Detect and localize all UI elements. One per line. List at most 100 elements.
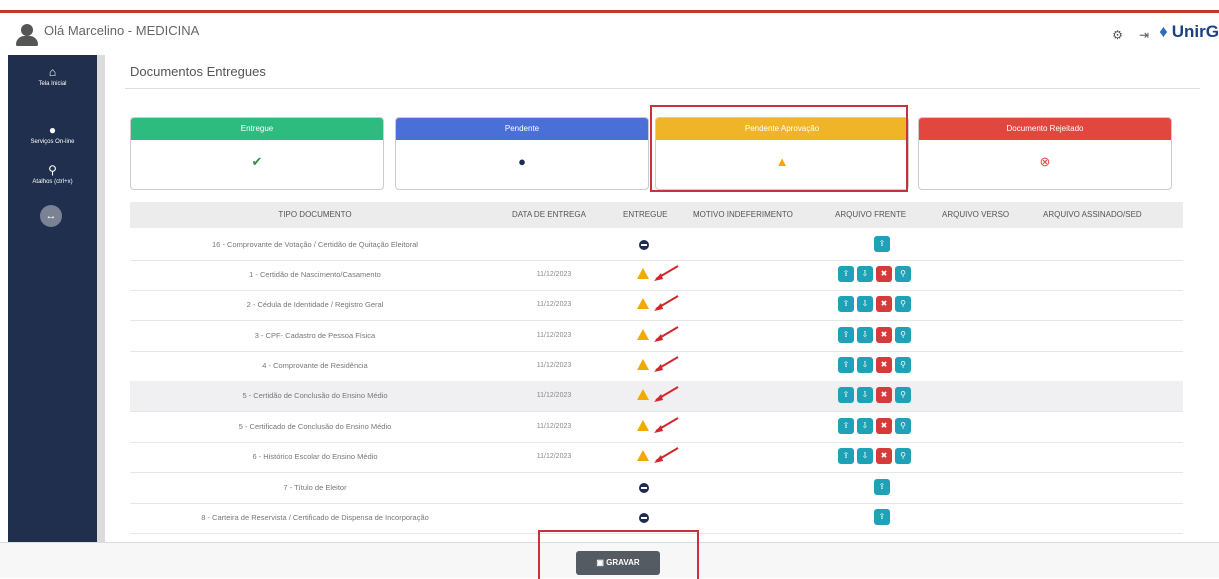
sidebar-scrollbar[interactable] xyxy=(97,55,105,542)
delete-button[interactable]: ✖ xyxy=(876,327,892,343)
status-cell xyxy=(635,230,655,260)
col-arquivo-frente: ARQUIVO FRENTE xyxy=(835,210,907,219)
view-button[interactable]: ⚲ xyxy=(895,448,911,464)
delivery-date: 11/12/2023 xyxy=(536,423,572,430)
delivery-date: 11/12/2023 xyxy=(536,362,572,369)
document-type: 5 - Certificado de Conclusão do Ensino M… xyxy=(238,422,392,431)
view-button[interactable]: ⚲ xyxy=(895,418,911,434)
file-actions: ⇪ xyxy=(874,479,890,495)
sidebar-item-shortcuts[interactable]: ⚲ Atalhos (ctrl+x) xyxy=(8,163,97,185)
col-arquivo-verso: ARQUIVO VERSO xyxy=(942,210,1010,219)
file-actions: ⇪ ⇩ ✖ ⚲ xyxy=(838,266,911,282)
pending-icon xyxy=(639,240,649,250)
delivery-date: 11/12/2023 xyxy=(536,453,572,460)
shortcut-icon: ⚲ xyxy=(48,163,57,177)
file-actions: ⇪ ⇩ ✖ ⚲ xyxy=(838,387,911,403)
sidebar-item-online-services[interactable]: ● Serviços On-line xyxy=(8,123,97,145)
file-actions: ⇪ ⇩ ✖ ⚲ xyxy=(838,448,911,464)
status-icon: ✔ xyxy=(251,154,263,169)
status-icon: ● xyxy=(518,154,526,169)
file-actions: ⇪ xyxy=(874,509,890,525)
unirg-logo: ♦ UnirG xyxy=(1159,22,1219,41)
status-card: Pendente ● xyxy=(395,117,649,190)
view-button[interactable]: ⚲ xyxy=(895,357,911,373)
logout-icon[interactable]: ⇥ xyxy=(1139,28,1149,42)
status-cell xyxy=(635,290,655,320)
status-card-title: Entregue xyxy=(131,118,383,140)
delete-button[interactable]: ✖ xyxy=(876,418,892,434)
download-button[interactable]: ⇩ xyxy=(857,448,873,464)
file-actions: ⇪ xyxy=(874,236,890,252)
status-cell xyxy=(635,442,655,472)
download-button[interactable]: ⇩ xyxy=(857,327,873,343)
sidebar-toggle-button[interactable]: ↔ xyxy=(40,205,62,227)
download-button[interactable]: ⇩ xyxy=(857,357,873,373)
view-button[interactable]: ⚲ xyxy=(895,296,911,312)
view-button[interactable]: ⚲ xyxy=(895,266,911,282)
delivery-date: 11/12/2023 xyxy=(536,271,572,278)
annotation-arrow xyxy=(654,326,679,342)
download-button[interactable]: ⇩ xyxy=(857,266,873,282)
table-row: 5 - Certidão de Conclusão do Ensino Médi… xyxy=(130,381,1183,412)
table-row: 4 - Comprovante de Residência 11/12/2023 ⇪… xyxy=(130,351,1183,382)
status-icon: ⊗ xyxy=(1039,154,1051,169)
delivery-date: 11/12/2023 xyxy=(536,301,572,308)
upload-button[interactable]: ⇪ xyxy=(874,479,890,495)
download-button[interactable]: ⇩ xyxy=(857,296,873,312)
warning-icon xyxy=(637,298,649,309)
upload-button[interactable]: ⇪ xyxy=(838,357,854,373)
status-cell xyxy=(635,260,655,290)
col-motivo: MOTIVO INDEFERIMENTO xyxy=(693,210,793,219)
status-cell xyxy=(635,321,655,351)
warning-icon xyxy=(637,420,649,431)
delete-button[interactable]: ✖ xyxy=(876,387,892,403)
delete-button[interactable]: ✖ xyxy=(876,266,892,282)
document-type: 6 - Histórico Escolar do Ensino Médio xyxy=(252,452,378,461)
table-row: 5 - Certificado de Conclusão do Ensino M… xyxy=(130,412,1183,443)
upload-button[interactable]: ⇪ xyxy=(874,509,890,525)
file-actions: ⇪ ⇩ ✖ ⚲ xyxy=(838,296,911,312)
upload-button[interactable]: ⇪ xyxy=(838,387,854,403)
status-card: Documento Rejeitado ⊗ xyxy=(918,117,1172,190)
status-cell xyxy=(635,503,655,533)
status-card-title: Pendente xyxy=(396,118,648,140)
page-title: Documentos Entregues xyxy=(130,64,266,79)
document-type: 4 - Comprovante de Residência xyxy=(262,361,368,370)
main-content: Documentos Entregues Entregue ✔ Pendente ● P… xyxy=(115,55,1210,542)
logo-mark-icon: ♦ xyxy=(1159,22,1168,41)
download-button[interactable]: ⇩ xyxy=(857,387,873,403)
status-cell xyxy=(635,351,655,381)
save-button[interactable]: ▣ GRAVAR xyxy=(576,551,660,575)
table-row: 2 - Cédula de Identidade / Registro Gera… xyxy=(130,290,1183,321)
upload-button[interactable]: ⇪ xyxy=(838,266,854,282)
upload-button[interactable]: ⇪ xyxy=(838,296,854,312)
settings-icon[interactable]: ⚙ xyxy=(1112,28,1123,42)
user-avatar[interactable] xyxy=(16,24,38,50)
upload-button[interactable]: ⇪ xyxy=(838,448,854,464)
floppy-icon: ▣ xyxy=(596,558,607,567)
warning-icon xyxy=(637,450,649,461)
view-button[interactable]: ⚲ xyxy=(895,387,911,403)
table-row: 6 - Histórico Escolar do Ensino Médio 11/… xyxy=(130,442,1183,473)
annotation-arrow xyxy=(654,265,679,281)
upload-button[interactable]: ⇪ xyxy=(838,327,854,343)
delete-button[interactable]: ✖ xyxy=(876,296,892,312)
status-card: Entregue ✔ xyxy=(130,117,384,190)
table-header: TIPO DOCUMENTO DATA DE ENTREGA ENTREGUE … xyxy=(130,202,1183,228)
globe-icon: ● xyxy=(48,123,57,137)
col-entregue: ENTREGUE xyxy=(623,210,668,219)
delete-button[interactable]: ✖ xyxy=(876,448,892,464)
table-row: 7 - Título de Eleitor ⇪ xyxy=(130,473,1183,504)
delete-button[interactable]: ✖ xyxy=(876,357,892,373)
upload-button[interactable]: ⇪ xyxy=(874,236,890,252)
user-greeting: Olá Marcelino - MEDICINA xyxy=(44,23,200,38)
annotation-arrow xyxy=(654,417,679,433)
sidebar: ⌂ Tela Inicial ● Serviços On-line ⚲ Atal… xyxy=(8,55,97,542)
view-button[interactable]: ⚲ xyxy=(895,327,911,343)
download-button[interactable]: ⇩ xyxy=(857,418,873,434)
file-actions: ⇪ ⇩ ✖ ⚲ xyxy=(838,357,911,373)
status-cell xyxy=(635,473,655,503)
upload-button[interactable]: ⇪ xyxy=(838,418,854,434)
col-tipo-documento: TIPO DOCUMENTO xyxy=(278,210,352,219)
sidebar-item-home[interactable]: ⌂ Tela Inicial xyxy=(8,65,97,87)
